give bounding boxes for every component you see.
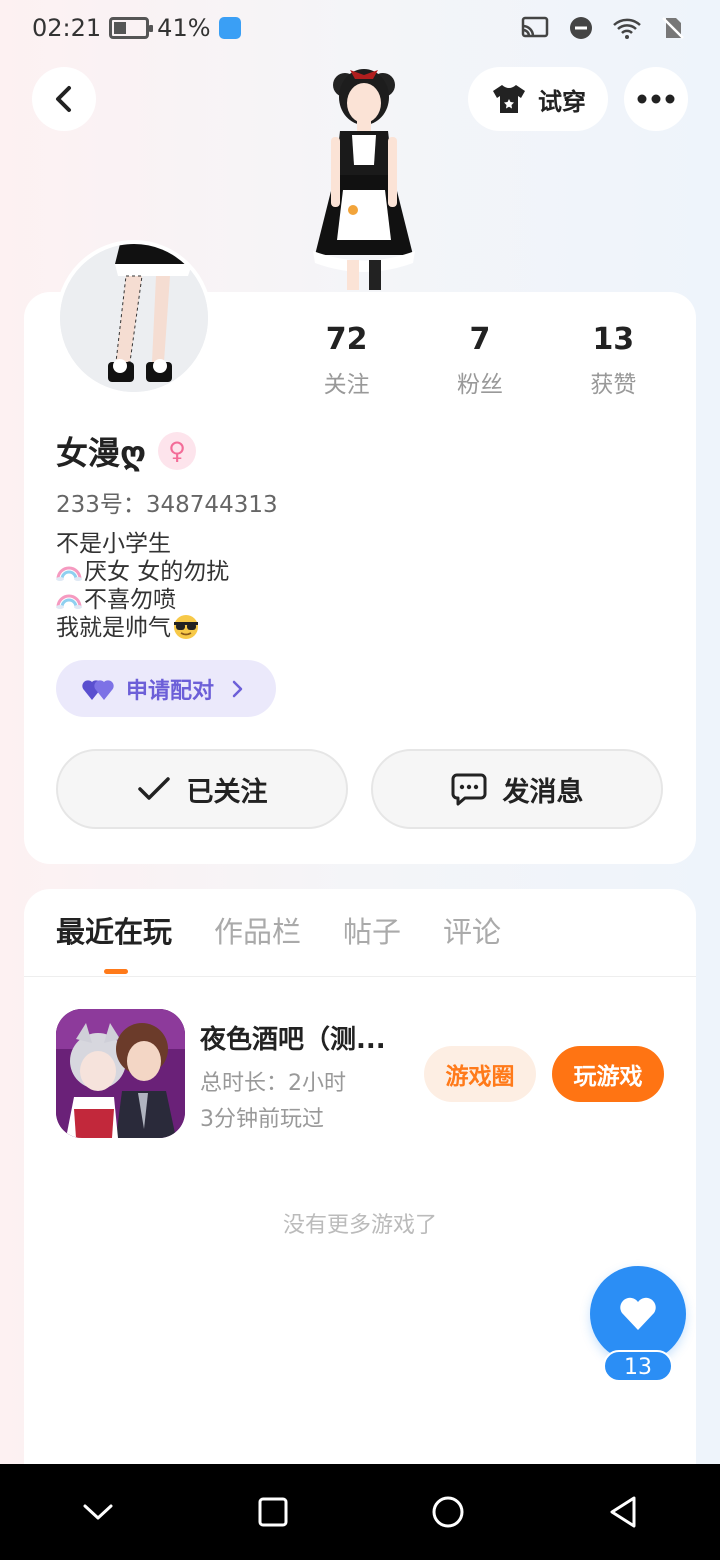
female-icon: ♀ (158, 432, 197, 470)
avatar-figure (313, 69, 415, 290)
system-nav-bar (0, 1464, 720, 1560)
battery-icon (109, 17, 154, 39)
rainbow-icon (56, 566, 82, 581)
shield-icon (218, 17, 241, 39)
content-card: 最近在玩 作品栏 帖子 评论 夜色酒吧（测... 总时长：2小时 3分钟前玩过 … (24, 889, 696, 1489)
do-not-disturb-icon (570, 17, 592, 39)
stat-following[interactable]: 72 关注 (280, 322, 413, 399)
battery-percent: 41% (157, 14, 211, 42)
chevron-right-icon (232, 680, 243, 697)
tab-posts[interactable]: 帖子 (343, 909, 401, 951)
wifi-icon (613, 18, 641, 39)
chevron-left-icon (56, 86, 71, 112)
nav-recents-button[interactable] (243, 1482, 303, 1542)
try-on-label: 试穿 (538, 87, 586, 116)
tab-bar: 最近在玩 作品栏 帖子 评论 (56, 909, 501, 951)
bio-line-text: 不喜勿喷 (84, 587, 176, 613)
stat-fans[interactable]: 7 粉丝 (413, 322, 546, 399)
heart-icon (620, 1297, 656, 1330)
nav-collapse-button[interactable] (68, 1482, 128, 1542)
bio-line: 不喜勿喷 (56, 586, 229, 614)
nav-back-button[interactable] (593, 1482, 653, 1542)
status-left: 02:21 41% (32, 14, 241, 42)
back-button[interactable] (32, 67, 96, 131)
stats-row: 72 关注 7 粉丝 13 获赞 (280, 322, 680, 399)
battery-fill (114, 22, 127, 34)
stat-fans-label: 粉丝 (456, 372, 503, 398)
tab-comments[interactable]: 评论 (443, 909, 501, 951)
message-label: 发消息 (502, 776, 584, 808)
followed-button[interactable]: 已关注 (56, 749, 348, 829)
avatar[interactable] (56, 240, 212, 396)
status-bar: 02:21 41% (0, 0, 720, 56)
play-game-button[interactable]: 玩游戏 (552, 1046, 664, 1102)
stat-following-label: 关注 (323, 372, 370, 398)
game-last-played: 3分钟前玩过 (200, 1107, 324, 1132)
game-duration: 总时长：2小时 (200, 1071, 346, 1096)
followed-label: 已关注 (186, 776, 268, 808)
stat-following-value: 72 (325, 322, 368, 357)
game-cover-image (56, 1009, 185, 1138)
apply-pair-button[interactable]: 申请配对 (56, 660, 276, 717)
bio-line-text: 厌女 女的勿扰 (84, 559, 230, 585)
like-button[interactable] (590, 1266, 686, 1362)
no-sim-icon (662, 17, 684, 39)
chat-bubble-icon (451, 773, 486, 806)
game-icon[interactable] (56, 1009, 185, 1138)
circle-icon (432, 1496, 463, 1528)
cast-icon (521, 16, 549, 38)
profile-bio: 不是小学生 厌女 女的勿扰 不喜勿喷 我就是帅气 (56, 530, 229, 642)
try-on-button[interactable]: 试穿 (468, 67, 608, 131)
name-row: 女漫ღ ♀ (56, 428, 197, 474)
bio-line-text: 我就是帅气 (56, 615, 171, 641)
profile-uid: 233号：348744313 (56, 492, 278, 518)
tab-works[interactable]: 作品栏 (214, 909, 301, 951)
status-time: 02:21 (32, 14, 102, 42)
bio-line: 不是小学生 (56, 531, 171, 557)
tabs-divider (24, 976, 696, 977)
tshirt-icon (493, 85, 525, 113)
game-circle-button[interactable]: 游戏圈 (424, 1046, 536, 1102)
avatar-image (60, 244, 208, 392)
no-more-games-text: 没有更多游戏了 (282, 1213, 437, 1238)
sunglasses-emoji-icon (174, 615, 198, 639)
stat-fans-value: 7 (469, 322, 491, 357)
like-count-badge: 13 (603, 1350, 673, 1382)
rainbow-icon (56, 594, 82, 609)
profile-name: 女漫ღ (56, 434, 147, 472)
game-title[interactable]: 夜色酒吧（测... (200, 1019, 400, 1056)
hearts-icon (82, 679, 114, 700)
triangle-back-icon (610, 1496, 635, 1528)
chevron-down-icon (83, 1504, 112, 1520)
apply-pair-label: 申请配对 (126, 678, 215, 704)
stat-likes-label: 获赞 (590, 372, 637, 398)
tab-recent-play[interactable]: 最近在玩 (56, 909, 172, 951)
bio-line: 厌女 女的勿扰 (56, 558, 229, 586)
message-button[interactable]: 发消息 (371, 749, 663, 829)
more-dots-icon (637, 94, 675, 104)
bio-line: 我就是帅气 (56, 614, 229, 642)
nav-home-button[interactable] (418, 1482, 478, 1542)
more-button[interactable] (624, 67, 688, 131)
square-icon (258, 1497, 287, 1527)
stat-likes[interactable]: 13 获赞 (547, 322, 680, 399)
check-icon (137, 777, 170, 800)
status-right (520, 16, 688, 40)
stat-likes-value: 13 (592, 322, 635, 357)
tab-indicator (104, 969, 128, 974)
